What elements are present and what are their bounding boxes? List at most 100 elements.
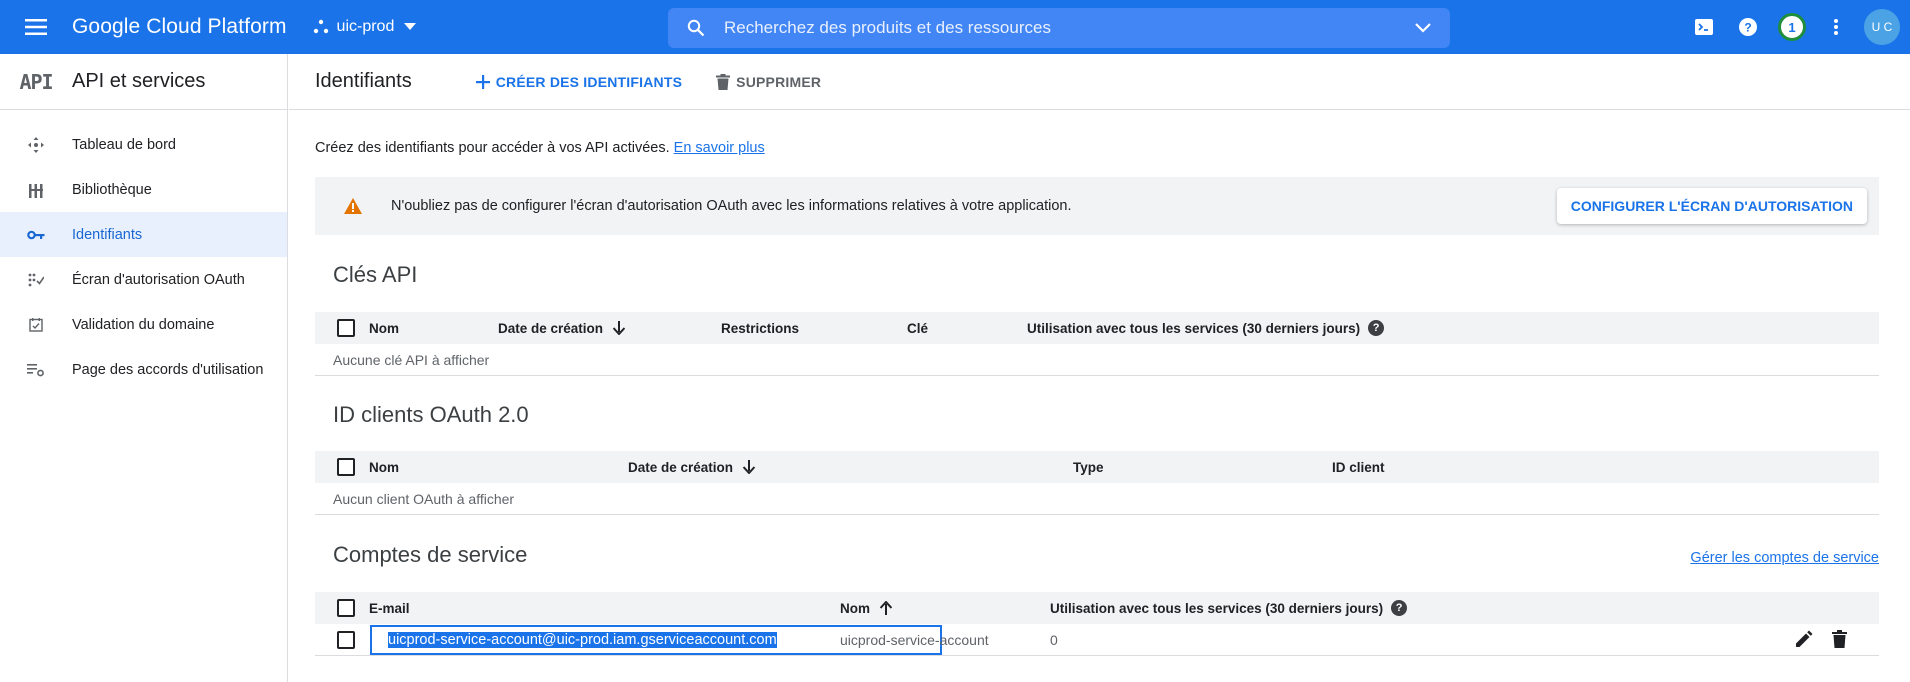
main-content: Identifiants CRÉER DES IDENTIFIANTS SUPP… [289, 54, 1910, 682]
sidebar-header: API API et services [0, 54, 287, 110]
avatar[interactable]: U C [1864, 9, 1900, 45]
banner-text: N'oubliez pas de configurer l'écran d'au… [391, 198, 1072, 214]
service-accounts-table: E-mail Nom Utilisation avec tous les ser… [315, 592, 1879, 656]
column-header-created[interactable]: Date de création [628, 459, 756, 475]
dashboard-icon [0, 136, 72, 153]
create-credentials-label: CRÉER DES IDENTIFIANTS [495, 73, 683, 90]
sidebar-item-library[interactable]: Bibliothèque [0, 167, 287, 212]
empty-message: Aucun client OAuth à afficher [333, 490, 515, 507]
svg-text:?: ? [1744, 21, 1751, 35]
help-icon[interactable]: ? [1368, 320, 1385, 336]
column-header-label: Nom [840, 600, 870, 616]
sidebar-item-label: Écran d'autorisation OAuth [72, 271, 245, 288]
table-header: E-mail Nom Utilisation avec tous les ser… [315, 592, 1879, 624]
column-header-label: Date de création [498, 320, 604, 336]
select-all-checkbox[interactable] [337, 599, 355, 617]
column-header-type[interactable]: Type [1073, 460, 1104, 475]
api-keys-table: Nom Date de création Restrictions Clé Ut… [315, 312, 1879, 376]
action-bar: Identifiants CRÉER DES IDENTIFIANTS SUPP… [289, 54, 1910, 110]
sidebar-item-dashboard[interactable]: Tableau de bord [0, 122, 287, 167]
chevron-down-icon [404, 23, 417, 30]
chevron-down-icon[interactable] [1396, 23, 1450, 33]
delete-button[interactable]: SUPPRIMER [716, 73, 822, 90]
service-account-name: uicprod-service-account [840, 631, 989, 648]
search-input[interactable] [724, 18, 1396, 38]
more-vert-icon[interactable] [1814, 0, 1858, 54]
page-title: Identifiants [315, 70, 412, 92]
intro-text: Créez des identifiants pour accéder à vo… [315, 140, 765, 156]
column-header-client-id: ID client [1332, 459, 1385, 475]
row-checkbox[interactable] [337, 631, 355, 649]
notification-count: 1 [1778, 13, 1806, 41]
service-accounts-title: Comptes de service [333, 542, 528, 567]
warning-icon [315, 198, 391, 214]
arrow-up-icon [880, 601, 892, 615]
sidebar-nav: Tableau de bord Bibliothèque Identifiant… [0, 110, 287, 392]
notifications-button[interactable]: 1 [1770, 0, 1814, 54]
table-empty-row: Aucune clé API à afficher [315, 344, 1879, 376]
column-header-label: Utilisation avec tous les services (30 d… [1027, 320, 1361, 336]
table-header: Nom Date de création Restrictions Clé Ut… [315, 312, 1879, 344]
sidebar-item-agreements[interactable]: Page des accords d'utilisation [0, 347, 287, 392]
search-bar[interactable] [668, 8, 1450, 48]
service-account-usage: 0 [1050, 631, 1058, 648]
api-keys-title: Clés API [333, 262, 418, 287]
column-header-label: Date de création [628, 459, 734, 475]
oauth-warning-banner: N'oubliez pas de configurer l'écran d'au… [315, 177, 1879, 235]
column-header-name[interactable]: Nom [840, 601, 892, 616]
help-icon[interactable]: ? [1726, 0, 1770, 54]
top-app-bar: Google Cloud Platform uic-prod ? 1 U C [0, 0, 1910, 54]
sidebar-item-label: Identifiants [72, 226, 143, 243]
brand-title[interactable]: Google Cloud Platform [72, 15, 287, 39]
sidebar-item-label: Page des accords d'utilisation [72, 361, 264, 378]
sidebar-item-label: Tableau de bord [72, 136, 176, 153]
help-icon[interactable]: ? [1391, 600, 1408, 616]
sidebar-item-oauth-consent[interactable]: Écran d'autorisation OAuth [0, 257, 287, 302]
service-account-email-text: uicprod-service-account@uic-prod.iam.gse… [388, 632, 777, 648]
column-header-restrictions: Restrictions [721, 320, 800, 336]
domain-check-icon [0, 317, 72, 332]
intro-description: Créez des identifiants pour accéder à vo… [315, 140, 670, 156]
arrow-down-icon [743, 460, 756, 474]
table-header: Nom Date de création Type ID client [315, 451, 1879, 483]
table-row: uicprod-service-account@uic-prod.iam.gse… [315, 624, 1879, 656]
column-header-key: Clé [907, 320, 929, 336]
learn-more-link[interactable]: En savoir plus [674, 140, 765, 156]
sidebar-title: API et services [72, 70, 206, 92]
api-logo: API [19, 69, 53, 94]
sidebar-item-label: Validation du domaine [72, 316, 215, 333]
search-icon [668, 19, 724, 37]
empty-message: Aucune clé API à afficher [333, 351, 490, 368]
sidebar-item-domain-verification[interactable]: Validation du domaine [0, 302, 287, 347]
cloud-shell-icon[interactable] [1682, 0, 1726, 54]
oauth-consent-icon [0, 273, 72, 287]
project-selector[interactable]: uic-prod [313, 18, 417, 36]
sidebar-item-credentials[interactable]: Identifiants [0, 212, 287, 257]
project-name: uic-prod [336, 18, 395, 35]
column-header-usage: Utilisation avec tous les services (30 d… [1050, 600, 1408, 616]
delete-label: SUPPRIMER [736, 73, 822, 90]
configure-consent-screen-button[interactable]: CONFIGURER L'ÉCRAN D'AUTORISATION [1556, 188, 1867, 224]
trash-icon [716, 73, 731, 90]
select-all-checkbox[interactable] [337, 458, 355, 476]
oauth-clients-title: ID clients OAuth 2.0 [333, 402, 529, 427]
trash-icon[interactable] [1832, 630, 1847, 651]
menu-icon[interactable] [0, 0, 72, 54]
manage-service-accounts-link[interactable]: Gérer les comptes de service [1690, 550, 1879, 566]
sidebar: API API et services Tableau de bord Bibl… [0, 54, 288, 682]
edit-icon[interactable] [1795, 630, 1813, 651]
project-dots-icon [313, 19, 328, 34]
column-header-name[interactable]: Nom [369, 460, 399, 475]
column-header-created[interactable]: Date de création [498, 320, 626, 336]
key-icon [0, 230, 72, 240]
column-header-label: Utilisation avec tous les services (30 d… [1050, 600, 1384, 616]
column-header-email[interactable]: E-mail [369, 601, 410, 616]
select-all-checkbox[interactable] [337, 319, 355, 337]
table-empty-row: Aucun client OAuth à afficher [315, 483, 1879, 515]
library-icon [0, 182, 72, 198]
column-header-usage: Utilisation avec tous les services (30 d… [1027, 320, 1385, 336]
column-header-name[interactable]: Nom [369, 321, 399, 336]
plus-icon [475, 74, 490, 89]
agreements-icon [0, 363, 72, 377]
create-credentials-button[interactable]: CRÉER DES IDENTIFIANTS [475, 73, 683, 90]
